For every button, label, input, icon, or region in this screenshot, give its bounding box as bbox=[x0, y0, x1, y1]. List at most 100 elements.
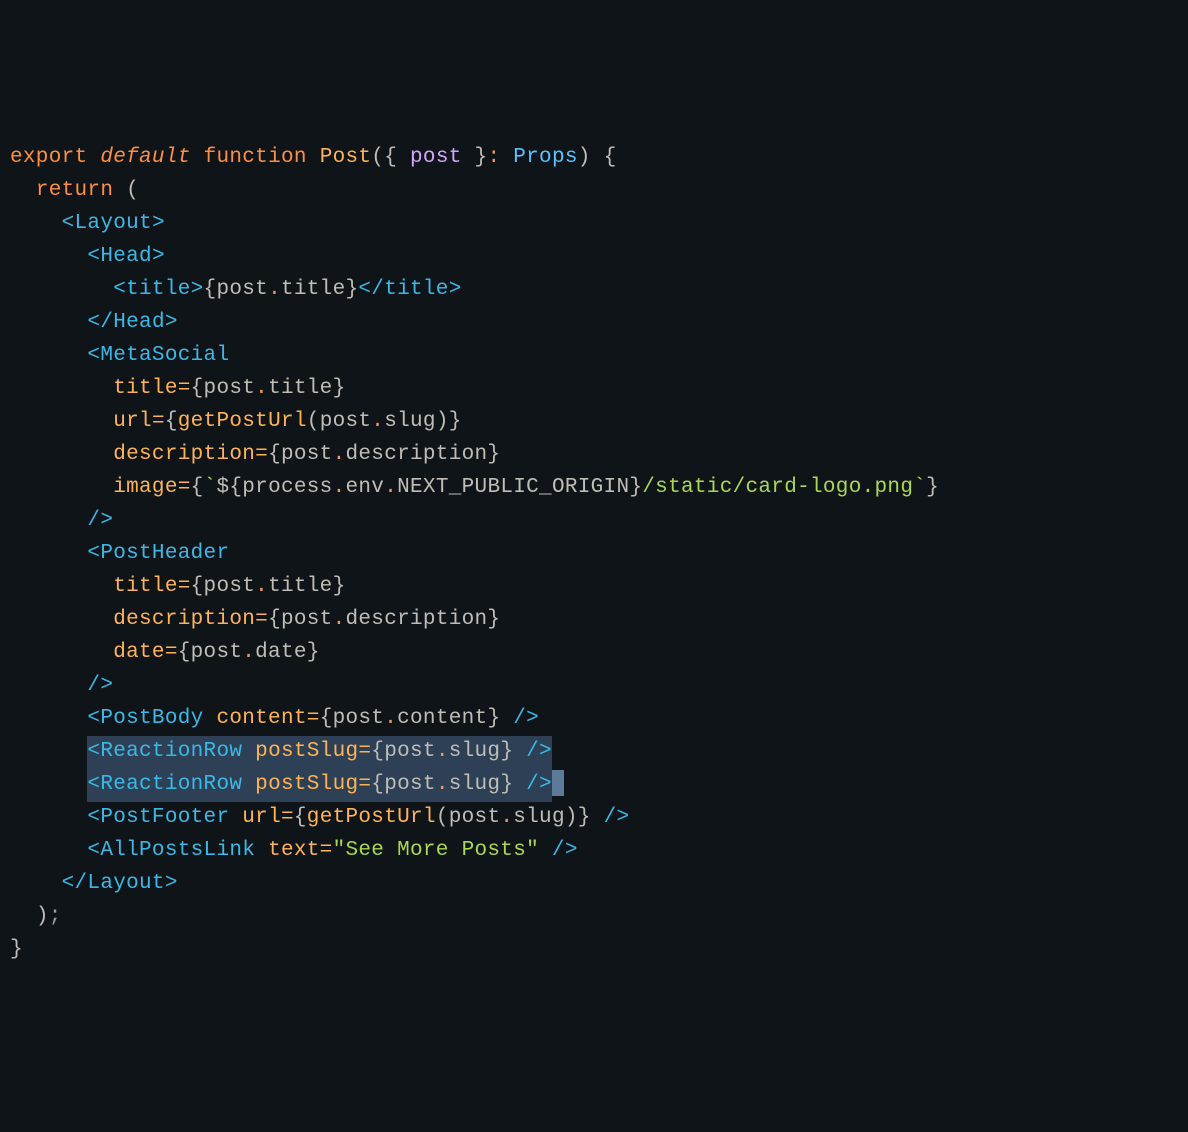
identifier: post bbox=[191, 641, 243, 664]
dot: . bbox=[333, 443, 346, 466]
jsx-tag: PostFooter bbox=[100, 806, 229, 829]
code-line[interactable]: </Layout> bbox=[10, 868, 1178, 901]
expr-brace: { bbox=[268, 443, 281, 466]
code-line[interactable]: return ( bbox=[10, 175, 1178, 208]
selection-highlight: <ReactionRow postSlug={post.slug} /> bbox=[87, 736, 552, 769]
identifier: post bbox=[281, 608, 333, 631]
jsx-attr: text bbox=[268, 839, 320, 862]
property: slug bbox=[384, 410, 436, 433]
code-line[interactable]: <PostBody content={post.content} /> bbox=[10, 703, 1178, 736]
expr-brace: { bbox=[294, 806, 307, 829]
expr-brace: { bbox=[268, 608, 281, 631]
identifier: post bbox=[204, 377, 256, 400]
code-line[interactable]: </Head> bbox=[10, 307, 1178, 340]
expr-brace: } bbox=[487, 707, 500, 730]
dot: . bbox=[268, 278, 281, 301]
keyword-default: default bbox=[100, 146, 190, 169]
expr-brace: { bbox=[191, 377, 204, 400]
jsx-tag: Head bbox=[100, 245, 152, 268]
code-line[interactable]: <PostHeader bbox=[10, 538, 1178, 571]
code-line[interactable]: image={`${process.env.NEXT_PUBLIC_ORIGIN… bbox=[10, 472, 1178, 505]
code-line[interactable]: title={post.title} bbox=[10, 571, 1178, 604]
expr-brace: { bbox=[165, 410, 178, 433]
code-line[interactable]: description={post.description} bbox=[10, 439, 1178, 472]
jsx-attr: url bbox=[113, 410, 152, 433]
code-line[interactable]: <PostFooter url={getPostUrl(post.slug)} … bbox=[10, 802, 1178, 835]
jsx-bracket: > bbox=[152, 245, 165, 268]
function-call: getPostUrl bbox=[178, 410, 307, 433]
property: title bbox=[268, 575, 333, 598]
jsx-tag: ReactionRow bbox=[100, 740, 242, 763]
semicolon: ; bbox=[49, 905, 62, 928]
code-line[interactable]: /> bbox=[10, 505, 1178, 538]
equals: = bbox=[178, 377, 191, 400]
jsx-attr: title bbox=[113, 377, 178, 400]
code-line[interactable]: date={post.date} bbox=[10, 637, 1178, 670]
expr-brace: { bbox=[191, 575, 204, 598]
dot: . bbox=[333, 476, 346, 499]
paren: ) { bbox=[578, 146, 617, 169]
dot: . bbox=[384, 707, 397, 730]
cursor bbox=[552, 770, 564, 796]
code-line[interactable]: } bbox=[10, 934, 1178, 967]
code-editor[interactable]: export default function Post({ post }: P… bbox=[10, 142, 1178, 967]
function-name: Post bbox=[320, 146, 372, 169]
dot: . bbox=[255, 575, 268, 598]
code-line[interactable]: description={post.description} bbox=[10, 604, 1178, 637]
expr-brace: { bbox=[178, 641, 191, 664]
paren: )} bbox=[565, 806, 591, 829]
jsx-bracket: /> bbox=[526, 773, 552, 796]
code-line[interactable]: <ReactionRow postSlug={post.slug} /> bbox=[10, 769, 1178, 802]
paren: ({ bbox=[371, 146, 410, 169]
identifier: post bbox=[216, 278, 268, 301]
dot: . bbox=[500, 806, 513, 829]
equals: = bbox=[320, 839, 333, 862]
identifier: process bbox=[242, 476, 332, 499]
jsx-attr: date bbox=[113, 641, 165, 664]
property: slug bbox=[449, 740, 501, 763]
jsx-tag: Head bbox=[113, 311, 165, 334]
interp-open: ${ bbox=[216, 476, 242, 499]
jsx-tag: title bbox=[126, 278, 191, 301]
code-line[interactable]: title={post.title} bbox=[10, 373, 1178, 406]
paren: )} bbox=[436, 410, 462, 433]
expr-brace: { bbox=[371, 740, 384, 763]
selection-highlight: <ReactionRow postSlug={post.slug} /> bbox=[87, 769, 552, 802]
property: slug bbox=[513, 806, 565, 829]
equals: = bbox=[307, 707, 320, 730]
jsx-bracket: /> bbox=[87, 674, 113, 697]
code-line[interactable]: /> bbox=[10, 670, 1178, 703]
jsx-tag: ReactionRow bbox=[100, 773, 242, 796]
expr-brace: { bbox=[191, 476, 204, 499]
jsx-bracket: < bbox=[87, 740, 100, 763]
jsx-bracket: /> bbox=[513, 707, 539, 730]
paren: ( bbox=[436, 806, 449, 829]
property: slug bbox=[449, 773, 501, 796]
paren: ( bbox=[307, 410, 320, 433]
expr-brace: } bbox=[500, 740, 513, 763]
code-line[interactable]: export default function Post({ post }: P… bbox=[10, 142, 1178, 175]
jsx-bracket: < bbox=[87, 806, 100, 829]
jsx-tag: Layout bbox=[75, 212, 152, 235]
jsx-bracket: > bbox=[165, 311, 178, 334]
template-string: /static/card-logo.png bbox=[642, 476, 913, 499]
equals: = bbox=[358, 740, 371, 763]
expr-brace: } bbox=[487, 608, 500, 631]
equals: = bbox=[152, 410, 165, 433]
code-line[interactable]: <ReactionRow postSlug={post.slug} /> bbox=[10, 736, 1178, 769]
jsx-attr: postSlug bbox=[255, 773, 358, 796]
expr-brace: { bbox=[371, 773, 384, 796]
identifier: post bbox=[384, 740, 436, 763]
equals: = bbox=[178, 575, 191, 598]
code-line[interactable]: <Layout> bbox=[10, 208, 1178, 241]
code-line[interactable]: url={getPostUrl(post.slug)} bbox=[10, 406, 1178, 439]
dot: . bbox=[333, 608, 346, 631]
code-line[interactable]: ); bbox=[10, 901, 1178, 934]
jsx-attr: description bbox=[113, 443, 255, 466]
equals: = bbox=[255, 608, 268, 631]
code-line[interactable]: <MetaSocial bbox=[10, 340, 1178, 373]
jsx-attr: postSlug bbox=[255, 740, 358, 763]
dot: . bbox=[436, 740, 449, 763]
code-line[interactable]: <title>{post.title}</title> bbox=[10, 274, 1178, 307]
code-line[interactable]: <Head> bbox=[10, 241, 1178, 274]
